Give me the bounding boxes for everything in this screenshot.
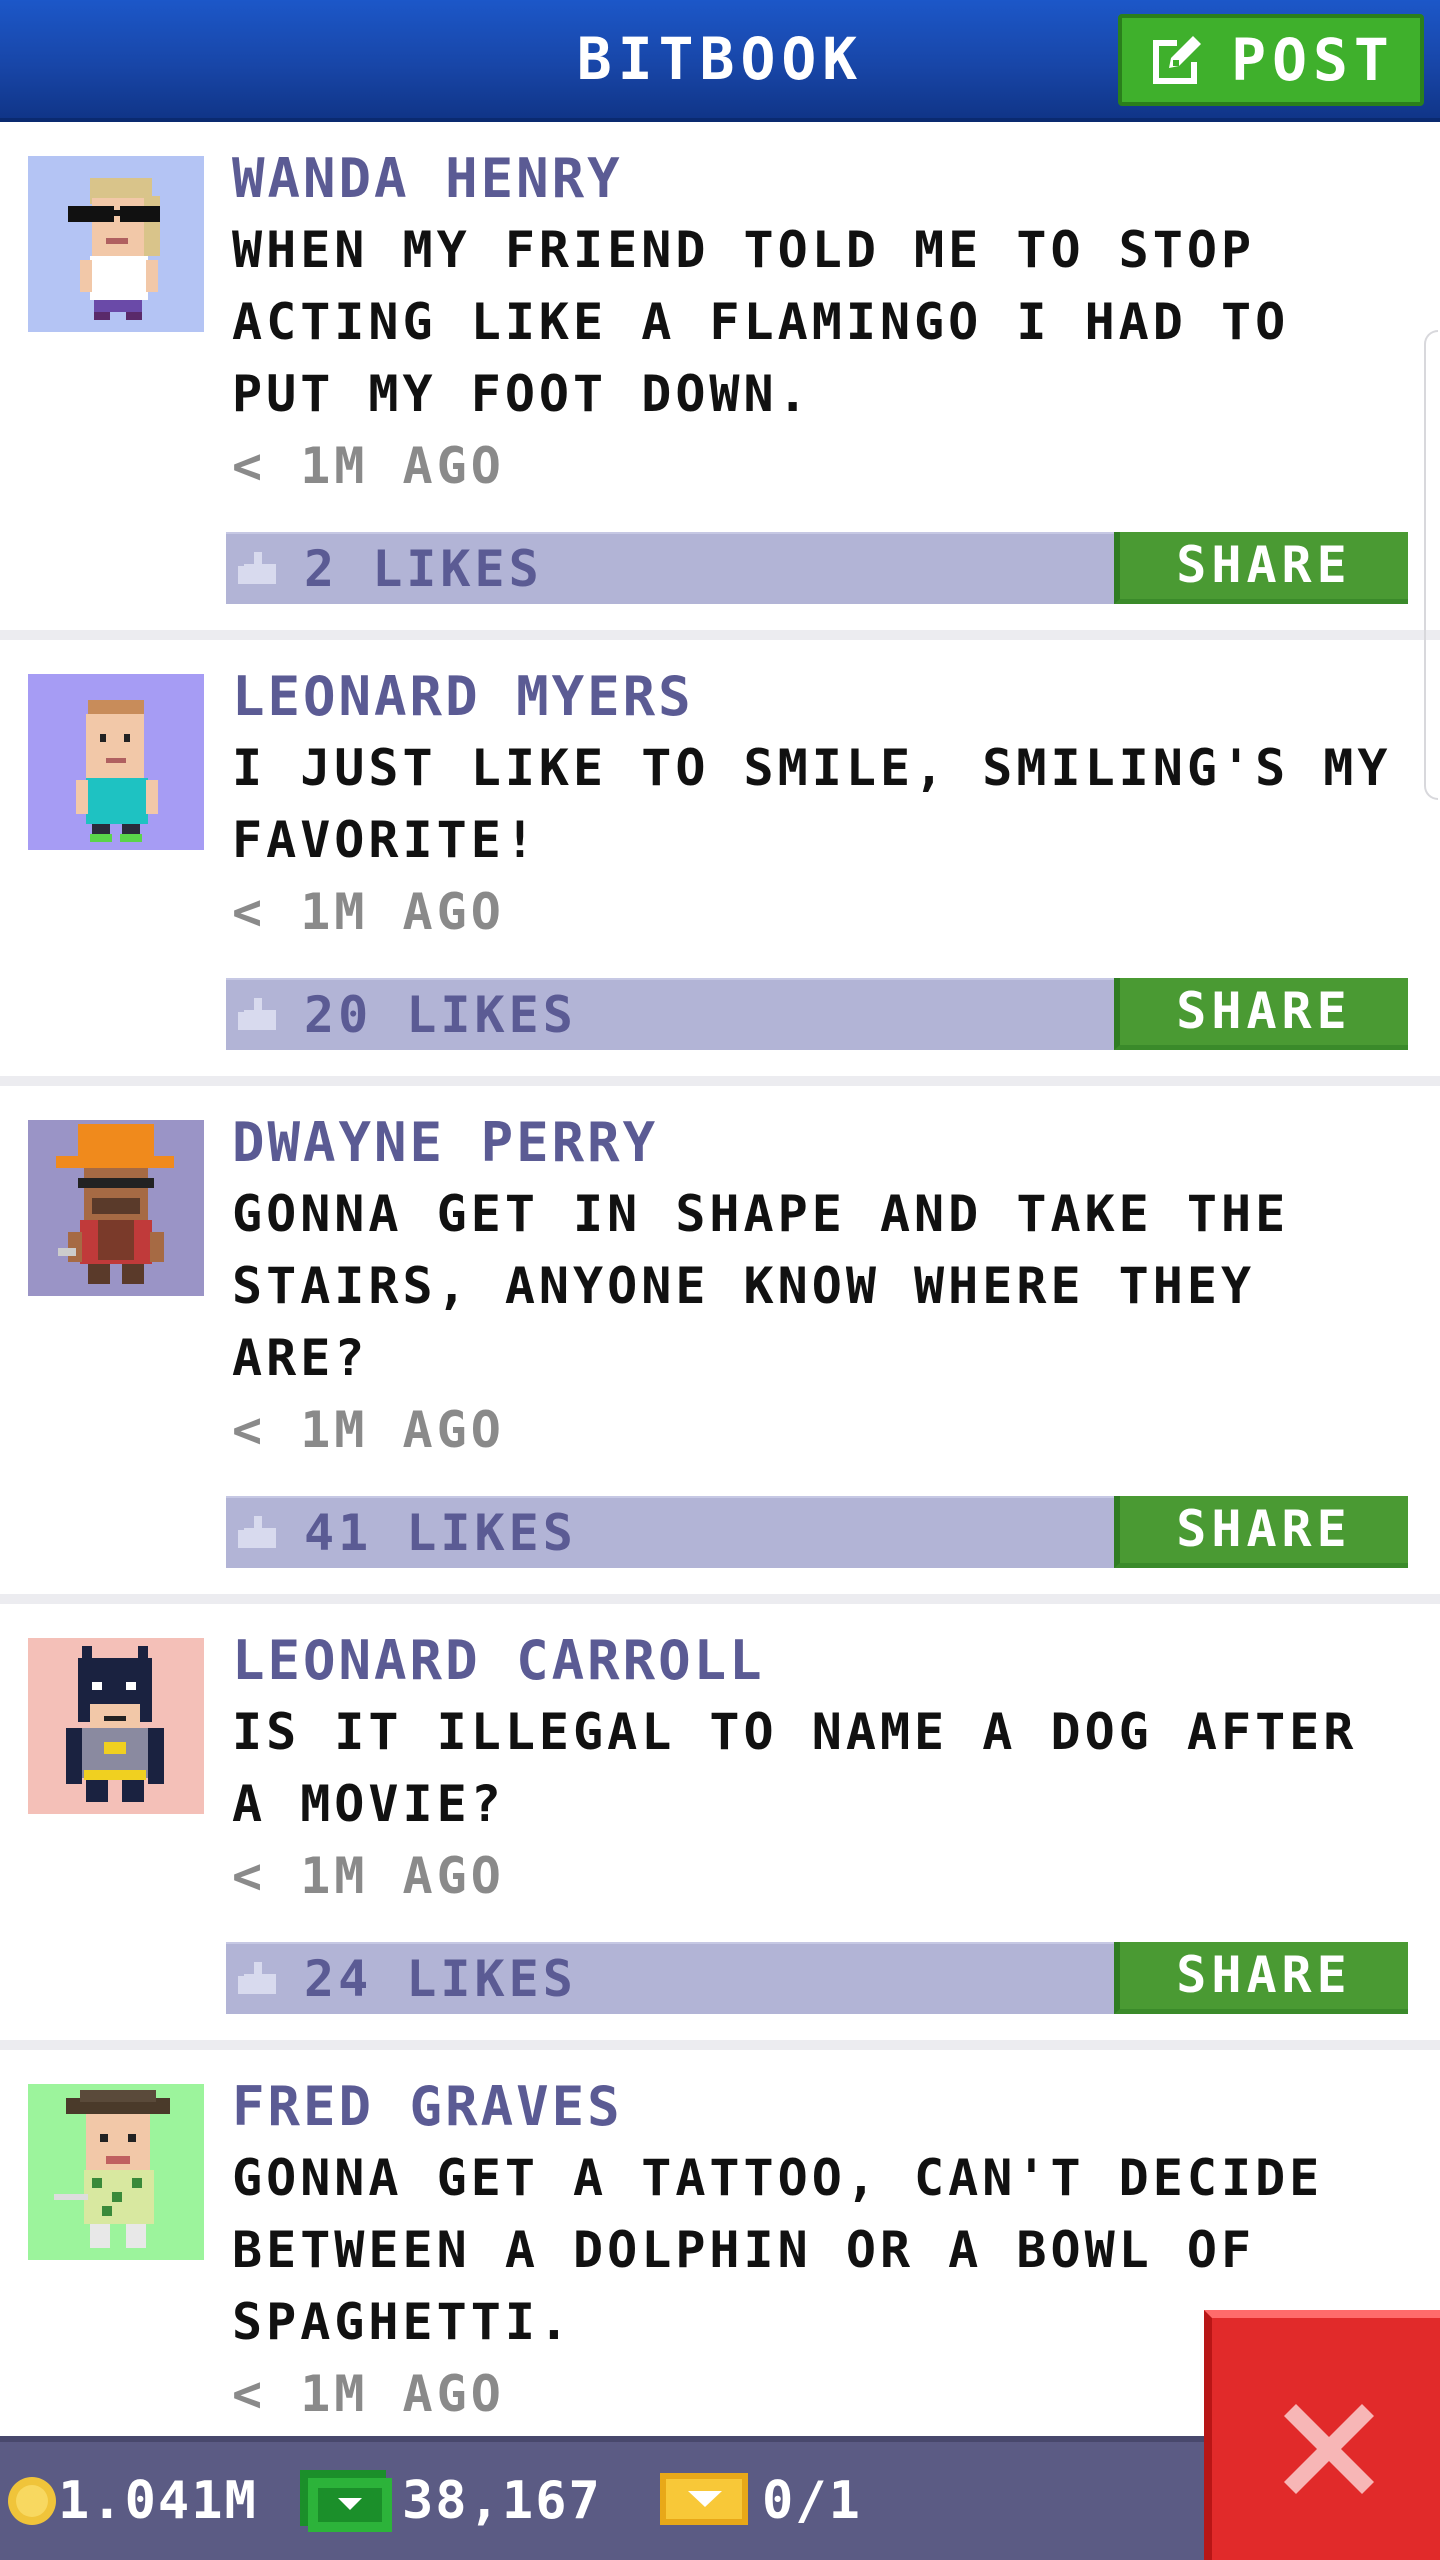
thumbs-up-icon: [238, 552, 280, 586]
post-message: GONNA GET IN SHAPE AND TAKE THE STAIRS, …: [232, 1185, 1290, 1387]
post-button-label: POST: [1231, 26, 1395, 94]
avatar-teal-shirt-icon: [28, 674, 204, 850]
post-timestamp: < 1M AGO: [232, 1847, 505, 1905]
vip-stat: 0/1: [660, 2442, 862, 2560]
likes-bar: 20 LIKES SHARE: [226, 978, 1408, 1050]
bux-cash-icon: [300, 2470, 392, 2532]
post-timestamp: < 1M AGO: [232, 437, 505, 495]
share-button[interactable]: SHARE: [1114, 978, 1408, 1050]
thumbs-up-icon: [238, 998, 280, 1032]
likes-bar: 41 LIKES SHARE: [226, 1496, 1408, 1568]
vip-value: 0/1: [762, 2471, 862, 2531]
post-button[interactable]: POST: [1118, 14, 1424, 106]
avatar-golfer-cap-icon: [28, 2084, 204, 2260]
avatar[interactable]: [28, 674, 204, 850]
likes-count: 2 LIKES: [304, 540, 543, 598]
post-timestamp: < 1M AGO: [232, 883, 505, 941]
post-message: IS IT ILLEGAL TO NAME A DOG AFTER A MOVI…: [232, 1703, 1358, 1833]
likes-count: 41 LIKES: [304, 1504, 577, 1562]
feed-post: LEONARD MYERS I JUST LIKE TO SMILE, SMIL…: [0, 640, 1440, 1086]
avatar[interactable]: [28, 2084, 204, 2260]
avatar[interactable]: [28, 156, 204, 332]
thumbs-up-icon: [238, 1962, 280, 1996]
likes-bar: 24 LIKES SHARE: [226, 1942, 1408, 2014]
likes-count: 20 LIKES: [304, 986, 577, 1044]
avatar[interactable]: [28, 1120, 204, 1296]
feed-post: DWAYNE PERRY GONNA GET IN SHAPE AND TAKE…: [0, 1086, 1440, 1604]
likes-count: 24 LIKES: [304, 1950, 577, 2008]
close-button[interactable]: [1204, 2310, 1440, 2560]
coins-stat: 1.041M: [6, 2442, 258, 2560]
coins-value: 1.041M: [58, 2471, 258, 2531]
post-timestamp: < 1M AGO: [232, 1401, 505, 1459]
post-author[interactable]: FRED GRAVES: [232, 2072, 1410, 2142]
scrollbar[interactable]: [1424, 330, 1438, 800]
feed-post: LEONARD CARROLL IS IT ILLEGAL TO NAME A …: [0, 1604, 1440, 2050]
post-message: WHEN MY FRIEND TOLD ME TO STOP ACTING LI…: [232, 221, 1290, 423]
bux-stat: 38,167: [300, 2442, 602, 2560]
close-icon: [1284, 2404, 1374, 2494]
avatar-hardhat-worker-icon: [28, 1120, 204, 1296]
likes-bar: 2 LIKES SHARE: [226, 532, 1408, 604]
vip-ticket-icon: [660, 2473, 752, 2529]
post-author[interactable]: WANDA HENRY: [232, 144, 1410, 214]
coin-icon: [6, 2475, 58, 2527]
share-button[interactable]: SHARE: [1114, 532, 1408, 604]
share-button[interactable]: SHARE: [1114, 1496, 1408, 1568]
post-author[interactable]: LEONARD MYERS: [232, 662, 1410, 732]
share-button[interactable]: SHARE: [1114, 1942, 1408, 2014]
post-message: I JUST LIKE TO SMILE, SMILING'S MY FAVOR…: [232, 739, 1392, 869]
avatar-bat-hero-icon: [28, 1638, 204, 1814]
post-author[interactable]: LEONARD CARROLL: [232, 1626, 1410, 1696]
compose-icon: [1147, 30, 1207, 90]
news-feed[interactable]: WANDA HENRY WHEN MY FRIEND TOLD ME TO ST…: [0, 122, 1440, 2436]
thumbs-up-icon: [238, 1516, 280, 1550]
avatar[interactable]: [28, 1638, 204, 1814]
app-header: BITBOOK POST: [0, 0, 1440, 122]
feed-post: WANDA HENRY WHEN MY FRIEND TOLD ME TO ST…: [0, 122, 1440, 640]
post-author[interactable]: DWAYNE PERRY: [232, 1108, 1410, 1178]
bux-value: 38,167: [402, 2471, 602, 2531]
avatar-sunglasses-blonde-icon: [28, 156, 204, 332]
